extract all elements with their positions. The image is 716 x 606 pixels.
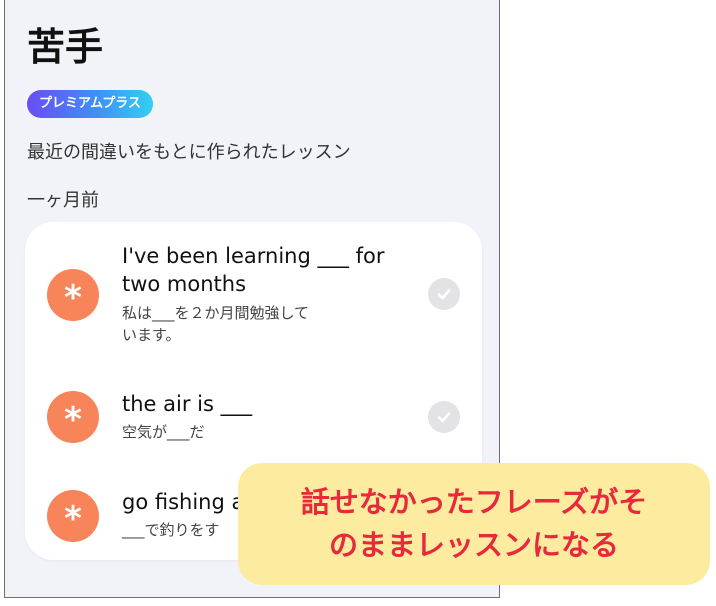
page-title: 苦手 — [27, 25, 104, 69]
asterisk-icon: * — [47, 490, 99, 542]
check-icon — [428, 278, 460, 310]
translation-text: 私は___を２か月間勉強して います。 — [122, 304, 310, 344]
premium-plus-badge: プレミアムプラス — [27, 90, 154, 118]
check-icon — [428, 401, 460, 433]
page-subtitle: 最近の間違いをもとに作られたレッスン — [27, 142, 351, 163]
asterisk-icon: * — [47, 391, 99, 443]
phrase-text: I've been learning ___ for two months — [122, 244, 385, 296]
section-label: 一ヶ月前 — [27, 190, 99, 211]
callout-banner: 話せなかったフレーズがそ のままレッスンになる — [238, 463, 710, 585]
translation-text: 空気が___だ — [122, 423, 205, 441]
phrase-text: the air is ___ — [122, 392, 253, 416]
asterisk-icon: * — [47, 269, 99, 321]
